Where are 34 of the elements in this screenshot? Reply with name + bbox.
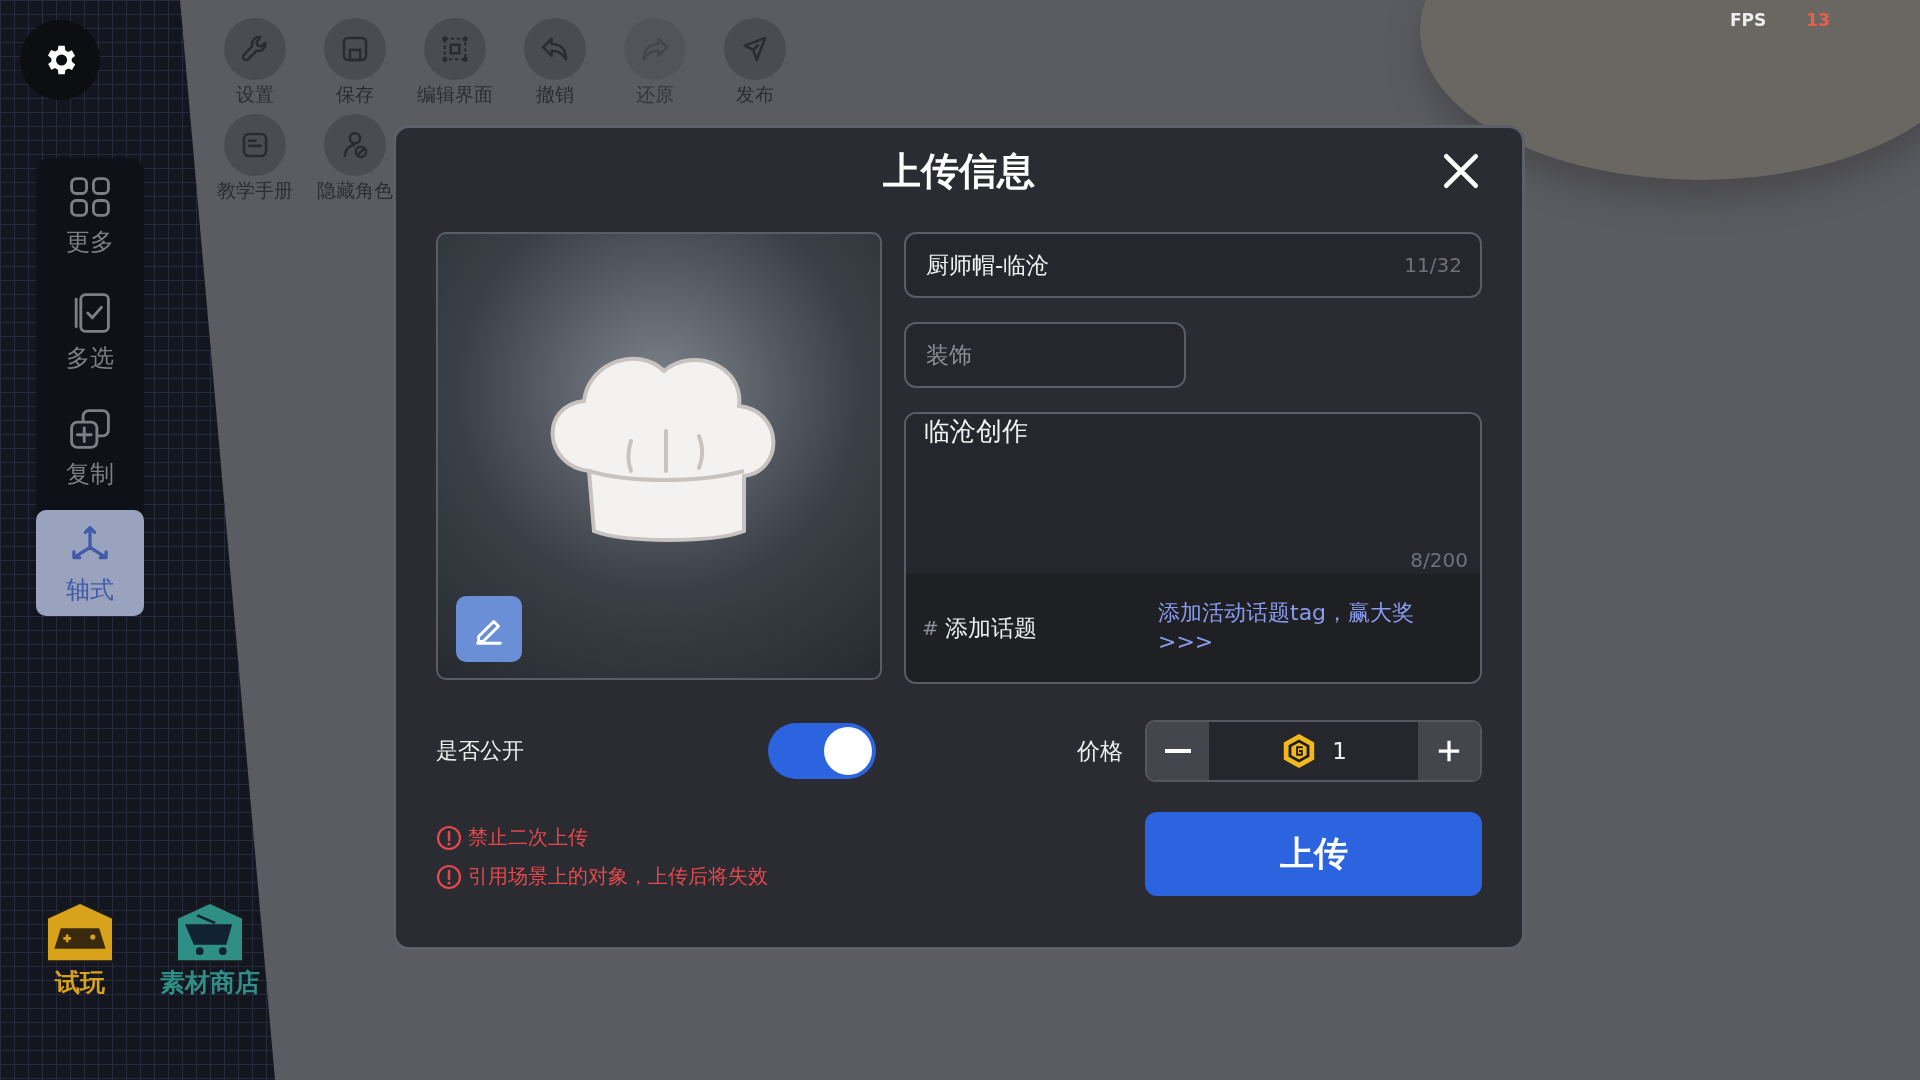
category-input[interactable]: 装饰	[924, 341, 1166, 369]
upload-button[interactable]: 上传	[1145, 812, 1482, 896]
description-input[interactable]: 临沧创作	[924, 414, 1462, 514]
public-toggle[interactable]	[768, 723, 876, 779]
name-input[interactable]: 厨师帽-临沧	[924, 251, 1405, 279]
price-value: 1	[1332, 738, 1347, 764]
promo-link[interactable]: 添加活动话题tag，赢大奖 >>>	[1158, 599, 1458, 657]
decrease-button[interactable]	[1147, 722, 1209, 780]
grid-icon	[67, 174, 113, 220]
dialog-title: 上传信息	[883, 147, 1035, 195]
sidebar-item[interactable]: 复制	[36, 394, 144, 500]
fps-label: FPS	[1730, 10, 1767, 30]
price-label: 价格	[1077, 736, 1123, 766]
copy-icon	[67, 406, 113, 452]
warning-icon	[436, 824, 462, 851]
warning-text: 禁止二次上传	[468, 824, 588, 851]
sidebar-item[interactable]: 多选	[36, 278, 144, 384]
dock-button[interactable]: 试玩	[40, 900, 120, 999]
edit-button[interactable]	[456, 596, 522, 662]
sidebar-item[interactable]: 更多	[36, 162, 144, 268]
name-field[interactable]: 厨师帽-临沧 11/32	[904, 232, 1482, 298]
increase-button[interactable]	[1418, 722, 1480, 780]
warning-icon	[436, 863, 462, 890]
category-field[interactable]: 装饰	[904, 322, 1186, 388]
public-label: 是否公开	[436, 737, 525, 765]
add-topic-button[interactable]: # 添加话题	[922, 612, 1037, 644]
char-counter: 8/200	[1410, 548, 1468, 572]
sidebar-item[interactable]: 轴式	[36, 510, 144, 616]
plus-icon	[1436, 738, 1462, 764]
char-counter: 11/32	[1404, 253, 1462, 277]
fps-value: 13	[1806, 10, 1830, 30]
dock-button[interactable]: 素材商店	[160, 900, 260, 999]
warning-text: 引用场景上的对象，上传后将失效	[468, 863, 768, 890]
minus-icon	[1165, 749, 1191, 753]
